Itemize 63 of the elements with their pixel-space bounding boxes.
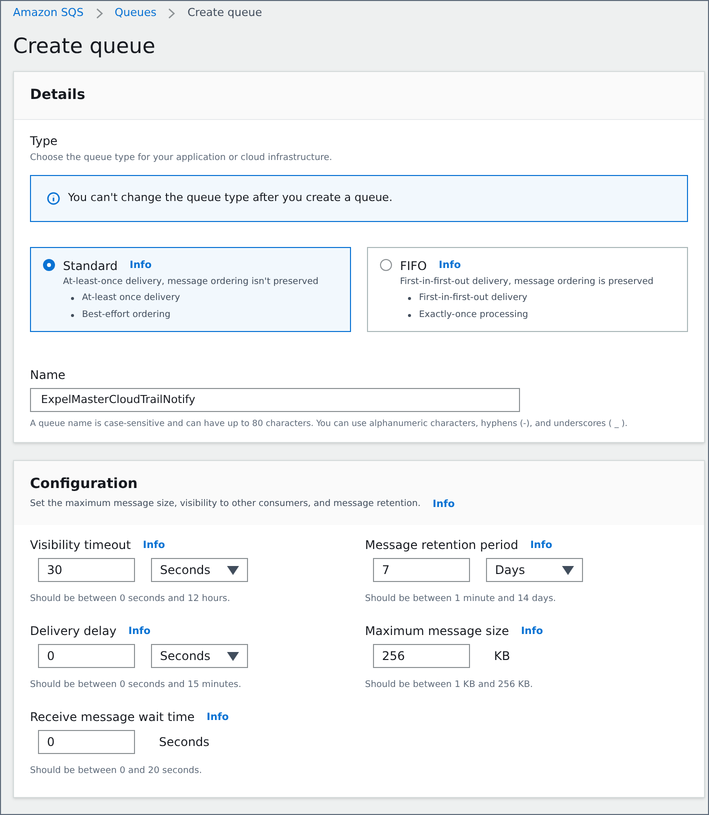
bullet-icon xyxy=(71,297,74,300)
chevron-icon xyxy=(96,8,103,19)
section-description: Set the maximum message size, visibility to other consumers, and message retention. xyxy=(30,498,421,511)
unit-dropdown[interactable]: Days xyxy=(486,558,583,582)
field-hint: Should be between 1 minute and 14 days. xyxy=(365,593,557,606)
alert-text: You can't change the queue type after you create a queue. xyxy=(68,190,392,206)
number-input[interactable]: 30 xyxy=(38,558,135,582)
number-input[interactable]: 0 xyxy=(38,644,135,668)
field-label: Visibility timeout xyxy=(30,537,131,554)
bullet-icon xyxy=(71,314,74,317)
breadcrumb-link[interactable]: Amazon SQS xyxy=(13,5,84,22)
option-description: First-in-first-out delivery, message ordering is preserved xyxy=(400,276,654,288)
caret-icon xyxy=(227,566,239,575)
field-hint: Should be between 0 seconds and 15 minutes. xyxy=(30,679,242,692)
number-input[interactable]: 7 xyxy=(373,558,470,582)
field-label: Delivery delay xyxy=(30,623,116,640)
bullet-text: Exactly-once processing xyxy=(419,308,528,322)
field-label: Message retention period xyxy=(365,537,518,554)
name-input[interactable]: ExpelMasterCloudTrailNotify xyxy=(30,388,520,412)
field-label: Receive message wait time xyxy=(30,709,195,726)
section-title: Configuration xyxy=(30,475,139,494)
field-label: Type xyxy=(30,133,59,150)
unit-label: KB xyxy=(494,648,510,666)
option-title: FIFO xyxy=(400,258,427,274)
section-title: Details xyxy=(30,86,86,105)
info-link[interactable]: Info xyxy=(206,710,229,725)
field-hint: Should be between 0 and 20 seconds. xyxy=(30,765,203,778)
caret-icon xyxy=(562,566,574,575)
option-description: At-least-once delivery, message ordering isn't preserved xyxy=(63,276,318,288)
bullet-text: First-in-first-out delivery xyxy=(419,292,528,305)
caret-icon xyxy=(227,652,239,661)
number-input[interactable]: 256 xyxy=(373,644,470,668)
bullet-text: At-least once delivery xyxy=(82,292,180,305)
field-hint: Should be between 0 seconds and 12 hours. xyxy=(30,593,232,606)
field-label: Name xyxy=(30,366,66,384)
field-label: Maximum message size xyxy=(365,623,509,640)
field-hint: Should be between 1 KB and 256 KB. xyxy=(365,679,534,692)
breadcrumb-current: Create queue xyxy=(187,5,262,22)
bullet-icon xyxy=(408,314,411,317)
chevron-icon xyxy=(168,8,176,19)
unit-dropdown[interactable]: Seconds xyxy=(151,644,248,668)
info-link[interactable]: Info xyxy=(128,624,150,639)
info-link[interactable]: Info xyxy=(530,538,552,553)
info-link[interactable]: Info xyxy=(432,497,455,512)
number-input[interactable]: 0 xyxy=(38,730,135,754)
bullet-icon xyxy=(408,297,411,300)
unit-dropdown[interactable]: Seconds xyxy=(151,558,248,582)
bullet-text: Best-effort ordering xyxy=(82,308,170,322)
info-icon xyxy=(47,192,60,204)
breadcrumb-link[interactable]: Queues xyxy=(114,5,156,22)
info-link[interactable]: Info xyxy=(142,538,165,553)
radio-button[interactable] xyxy=(43,258,55,270)
page-title: Create queue xyxy=(12,33,156,60)
option-title: Standard xyxy=(63,258,118,274)
queue-type-option[interactable]: Standard Info At-least-once delivery, message ordering isn't preserved At-least once delivery Best-effort ordering xyxy=(30,246,351,332)
radio-button[interactable] xyxy=(380,258,392,270)
field-description: Choose the queue type for your application or cloud infrastructure. xyxy=(30,152,334,165)
info-link[interactable]: Info xyxy=(520,624,544,639)
info-link[interactable]: Info xyxy=(130,258,152,273)
queue-type-option[interactable]: FIFO Info First-in-first-out delivery, message ordering is preserved First-in-first-out delivery Exactly-once processing xyxy=(367,246,688,332)
field-hint: A queue name is case-sensitive and can have up to 80 characters. You can use alphanumeric characters, hyphens (-), and underscores ( _ ). xyxy=(30,418,629,430)
unit-label: Seconds xyxy=(159,734,210,752)
info-link[interactable]: Info xyxy=(438,258,461,273)
